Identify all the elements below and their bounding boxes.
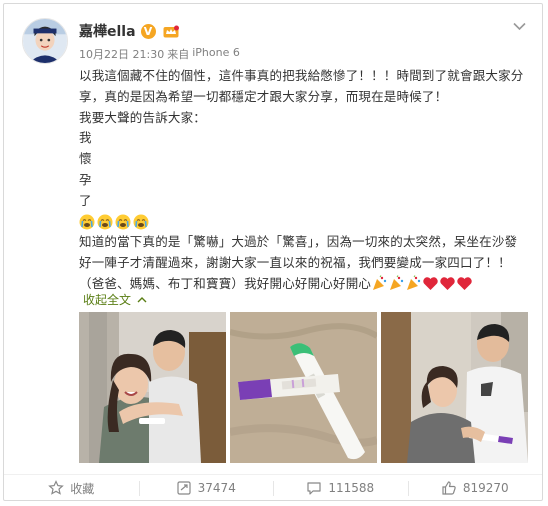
party-popper-icon <box>390 275 404 290</box>
photo-thumbnail[interactable] <box>381 312 528 463</box>
crying-emoji-icon <box>133 214 149 230</box>
repost-button[interactable]: 37474 <box>138 475 274 501</box>
source-prefix: 来自 <box>167 48 190 61</box>
crying-emoji-icon <box>97 214 113 230</box>
author-row: 嘉樺ella V <box>79 21 179 41</box>
party-popper-icon <box>407 275 421 290</box>
repost-icon <box>177 481 191 495</box>
avatar[interactable] <box>22 18 68 64</box>
action-toolbar: 收藏 37474 111588 819270 <box>4 474 542 501</box>
party-popper-icon <box>373 275 387 290</box>
post-line: 我 <box>79 130 92 146</box>
thumbs-up-icon <box>442 481 456 495</box>
source-device[interactable]: iPhone 6 <box>192 46 240 62</box>
photo-thumbnail[interactable] <box>79 312 226 463</box>
verified-badge-icon: V <box>140 23 156 39</box>
like-count: 819270 <box>462 481 509 495</box>
member-crown-icon[interactable] <box>163 25 179 38</box>
comment-button[interactable]: 111588 <box>273 475 408 501</box>
couple-test-photo-icon <box>381 312 528 463</box>
favorite-button[interactable]: 收藏 <box>4 475 139 501</box>
comment-count: 111588 <box>328 481 375 495</box>
star-icon <box>48 480 65 495</box>
red-heart-icon <box>423 277 438 290</box>
photo-grid <box>79 312 529 463</box>
collapse-text-link[interactable]: 收起全文 <box>83 291 147 308</box>
post-line: 知道的當下真的是「驚嚇」大過於「驚喜」，因為一切來的太突然，呆坐在沙發 <box>79 234 518 250</box>
post-line: 好一陣子才清醒過來，謝謝大家一直以來的祝福，我們要變成一家四口了！！ <box>79 255 511 271</box>
post-line: 了 <box>79 192 92 208</box>
collapse-label[interactable]: 收起全文 <box>83 291 131 308</box>
chevron-up-icon[interactable] <box>137 296 147 303</box>
crying-emoji-icon <box>115 214 131 230</box>
repost-count: 37474 <box>197 481 236 495</box>
comment-icon <box>307 482 321 495</box>
post-line: 孕 <box>79 171 92 187</box>
red-heart-icon <box>457 277 472 290</box>
post-line: 享，真的是因為希望一切都穩定才跟大家分享，而現在是時候了！ <box>79 88 448 104</box>
weibo-post-card: 嘉樺ella V 10月22日 21:30 来自 iPhone 6 以我這個藏不… <box>3 3 543 501</box>
post-timestamp[interactable]: 10月22日 21:30 <box>79 46 164 62</box>
chevron-down-icon[interactable] <box>513 22 526 31</box>
post-text: 以我這個藏不住的個性，這件事真的把我給憋慘了！！！時間到了就會跟大家分 享，真的… <box>79 66 529 295</box>
crying-emoji-icon <box>79 214 95 230</box>
post-line-text: （爸爸、媽媽、布丁和寶寶）我好開心好開心好開心 <box>79 275 372 291</box>
username[interactable]: 嘉樺ella <box>79 21 136 41</box>
couple-photo-icon <box>79 312 226 463</box>
post-line: 懷 <box>79 151 92 167</box>
photo-thumbnail[interactable] <box>230 312 377 463</box>
pregnancy-test-photo-icon <box>230 312 377 463</box>
post-line: 我要大聲的告訴大家： <box>79 109 207 125</box>
cry-emoji-row <box>79 212 529 233</box>
favorite-label: 收藏 <box>70 481 95 496</box>
like-button[interactable]: 819270 <box>407 475 543 501</box>
post-meta: 10月22日 21:30 来自 iPhone 6 <box>79 46 240 62</box>
post-line: 以我這個藏不住的個性，這件事真的把我給憋慘了！！！時間到了就會跟大家分 <box>79 68 524 83</box>
red-heart-icon <box>440 277 455 290</box>
